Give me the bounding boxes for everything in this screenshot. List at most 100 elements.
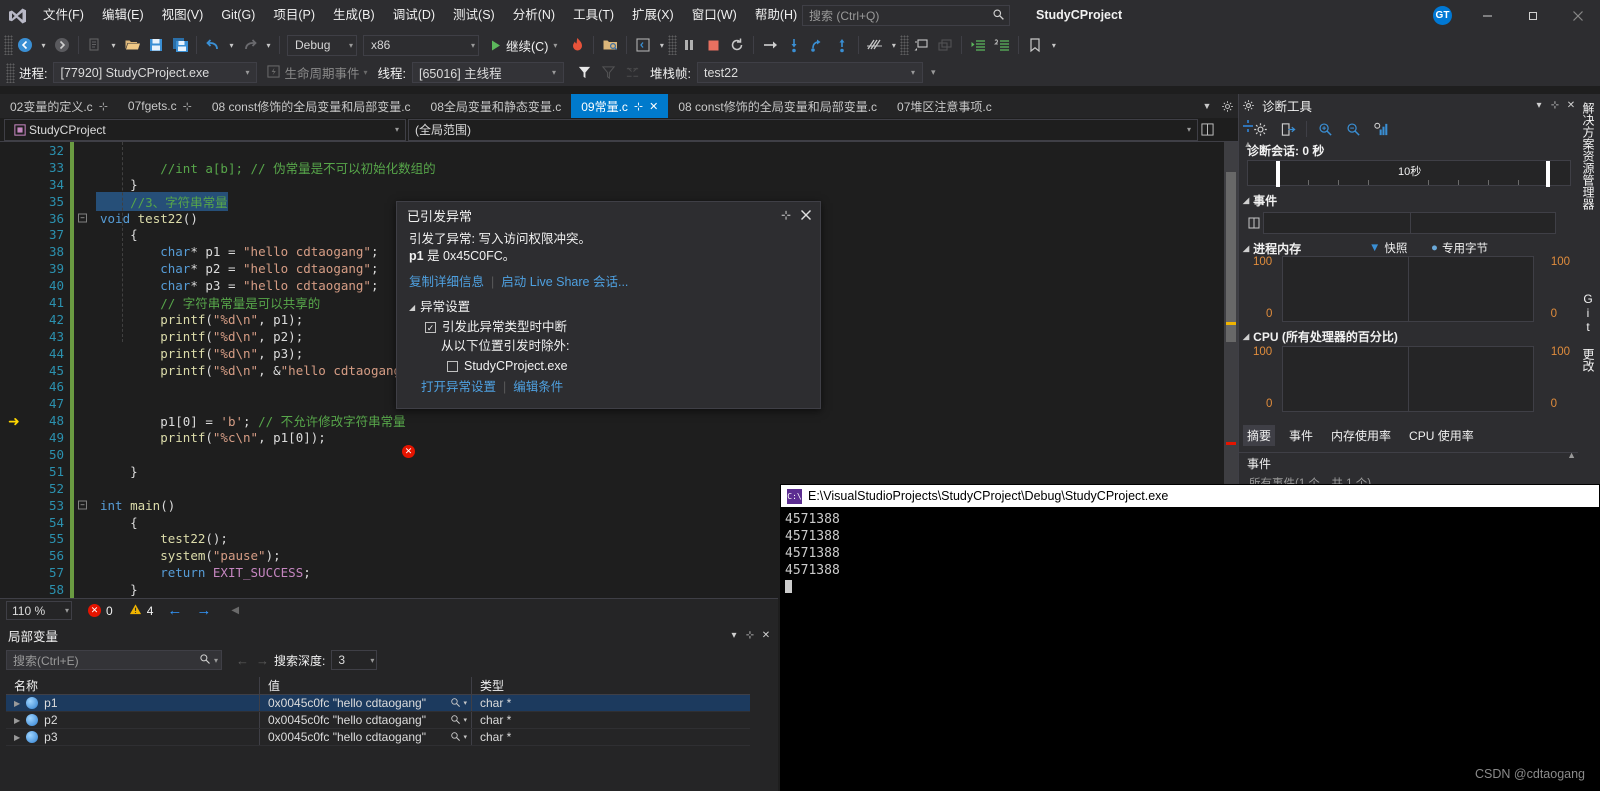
code-line[interactable]: 34 }	[0, 175, 1238, 193]
breakpoint-gutter[interactable]	[0, 260, 30, 278]
breakpoint-gutter[interactable]	[0, 581, 30, 598]
menu-git[interactable]: Git(G)	[212, 0, 264, 31]
new-file-icon[interactable]	[83, 33, 107, 57]
menu-build[interactable]: 生成(B)	[324, 0, 384, 31]
code-line[interactable]: ➜ 48 p1[0] = 'b'; // 不允许修改字符串常量	[0, 412, 1238, 429]
tab-09常量-active[interactable]: 09常量.c ⊹ ✕	[571, 94, 669, 118]
fold-gutter[interactable]	[74, 429, 96, 446]
events-section-header[interactable]: ◢ 事件	[1243, 192, 1277, 209]
redo-dropdown-icon[interactable]: ▾	[262, 33, 275, 57]
error-count[interactable]: ✕ 0	[88, 604, 113, 618]
breakpoint-gutter[interactable]	[0, 327, 30, 345]
cell-value[interactable]: 0x0045c0fc "hello cdtaogang" ▾	[260, 729, 472, 745]
memory-section-header[interactable]: ◢ 进程内存	[1243, 240, 1301, 257]
step-over-icon[interactable]	[806, 33, 830, 57]
pin-icon[interactable]: ⊹	[1547, 94, 1563, 116]
process-combo[interactable]: [77920] StudyCProject.exe ▾	[53, 62, 258, 83]
open-file-icon[interactable]	[120, 33, 144, 57]
thread-combo[interactable]: [65016] 主线程 ▾	[412, 62, 564, 83]
break-checkbox[interactable]: ✓	[425, 322, 436, 333]
breakpoint-gutter[interactable]: ➜	[0, 412, 30, 430]
tab-settings-gear-icon[interactable]	[1216, 94, 1238, 118]
timeline-ruler[interactable]: 10秒	[1247, 160, 1571, 187]
fold-gutter[interactable]	[74, 193, 96, 210]
code-line[interactable]: 32	[0, 142, 1238, 159]
code-line[interactable]: 33 //int a[b]; // 伪常量是不可以初始化数组的	[0, 158, 1238, 176]
save-all-icon[interactable]	[168, 33, 192, 57]
collapse-icon[interactable]: −	[78, 213, 87, 223]
table-row[interactable]: ▶ p2 0x0045c0fc "hello cdtaogang" ▾ char *	[6, 712, 750, 729]
code-line[interactable]: 50	[0, 446, 1238, 463]
new-file-dropdown-icon[interactable]: ▾	[107, 33, 120, 57]
menu-project[interactable]: 项目(P)	[264, 0, 324, 31]
fold-gutter[interactable]	[74, 581, 96, 598]
breakpoint-gutter[interactable]	[0, 192, 30, 210]
code-line[interactable]: 49 printf("%c\n", p1[0]);	[0, 429, 1238, 447]
breakpoint-gutter[interactable]	[0, 209, 30, 227]
breakpoint-gutter[interactable]	[0, 395, 30, 413]
cpu-section-header[interactable]: ◢ CPU (所有处理器的百分比)	[1243, 328, 1398, 345]
diag-tab-cpu-usage[interactable]: CPU 使用率	[1405, 425, 1478, 446]
fold-gutter[interactable]	[74, 294, 96, 311]
settings-gear-icon[interactable]	[1247, 117, 1273, 141]
copy-details-link[interactable]: 复制详细信息	[409, 274, 484, 291]
fold-gutter[interactable]	[74, 547, 96, 564]
edit-condition-link[interactable]: 编辑条件	[513, 379, 563, 396]
locals-search-input[interactable]: 搜索(Ctrl+E) ▾	[6, 650, 222, 670]
exception-settings-section[interactable]: ◢ 异常设置	[409, 299, 808, 316]
start-live-share-link[interactable]: 启动 Live Share 会话...	[501, 274, 628, 291]
error-marker-icon[interactable]: ✕	[402, 445, 415, 458]
export-icon[interactable]	[1275, 117, 1301, 141]
fold-gutter[interactable]: −	[74, 497, 96, 514]
cell-name[interactable]: ▶ p2	[6, 712, 260, 728]
column-header-type[interactable]: 类型	[472, 677, 750, 694]
navigate-backward-dropdown-icon[interactable]: ▾	[37, 33, 50, 57]
fold-gutter[interactable]	[74, 412, 96, 429]
tab-08-global-static[interactable]: 08全局变量和静态变量.c	[420, 94, 572, 118]
menu-window[interactable]: 窗口(W)	[683, 0, 746, 31]
fold-gutter[interactable]	[74, 226, 96, 243]
collapse-icon[interactable]: −	[78, 500, 87, 510]
chevron-down-icon[interactable]: ▾	[726, 624, 742, 646]
zoom-level-combo[interactable]: 110 % ▾	[6, 601, 72, 620]
fold-gutter[interactable]	[74, 395, 96, 412]
diag-tab-memory-usage[interactable]: 内存使用率	[1327, 425, 1395, 446]
uncomment-selection-icon[interactable]	[933, 33, 957, 57]
zoom-reset-chart-icon[interactable]	[1368, 117, 1394, 141]
previous-issue-icon[interactable]: ←	[167, 602, 182, 619]
pin-icon[interactable]: ⊹	[99, 100, 108, 113]
navigate-forward-icon[interactable]	[50, 33, 74, 57]
breakpoint-gutter[interactable]	[0, 564, 30, 582]
undo-dropdown-icon[interactable]: ▾	[225, 33, 238, 57]
breakpoint-gutter[interactable]	[0, 446, 30, 463]
fold-gutter[interactable]	[74, 514, 96, 531]
menu-view[interactable]: 视图(V)	[153, 0, 213, 31]
fold-gutter[interactable]	[74, 463, 96, 480]
step-into-icon[interactable]	[782, 33, 806, 57]
cell-name[interactable]: ▶ p3	[6, 729, 260, 745]
open-exception-settings-link[interactable]: 打开异常设置	[421, 379, 496, 396]
tab-02变量的定义[interactable]: 02变量的定义.c ⊹	[0, 94, 118, 118]
close-icon[interactable]	[796, 204, 816, 226]
visualizer-icon[interactable]: ▾	[450, 697, 467, 708]
breakpoint-gutter[interactable]	[0, 294, 30, 311]
locals-search-next-icon[interactable]: →	[256, 653, 269, 668]
zoom-in-icon[interactable]	[1312, 117, 1338, 141]
diagnostics-gear-icon[interactable]	[1239, 94, 1257, 116]
flag-threads-icon[interactable]	[572, 61, 596, 85]
close-icon[interactable]: ✕	[758, 624, 774, 646]
breakpoint-gutter[interactable]	[0, 462, 30, 480]
console-window[interactable]: C:\ E:\VisualStudioProjects\StudyCProjec…	[780, 484, 1600, 791]
breakpoint-gutter[interactable]	[0, 277, 30, 295]
pin-icon[interactable]: ⊹	[183, 100, 192, 113]
breakpoint-gutter[interactable]	[0, 142, 30, 159]
fold-gutter[interactable]	[74, 530, 96, 547]
continue-button[interactable]: 继续(C) ▾	[482, 33, 565, 57]
fold-gutter[interactable]	[74, 480, 96, 497]
fold-gutter[interactable]	[74, 260, 96, 277]
breakpoint-gutter[interactable]	[0, 158, 30, 176]
project-scope-combo[interactable]: StudyCProject ▾	[4, 118, 406, 141]
tab-08-const-global-local-2[interactable]: 08 const修饰的全局变量和局部变量.c	[668, 94, 888, 118]
bookmark-dropdown-icon[interactable]: ▾	[1047, 33, 1060, 57]
menu-debug[interactable]: 调试(D)	[384, 0, 444, 31]
